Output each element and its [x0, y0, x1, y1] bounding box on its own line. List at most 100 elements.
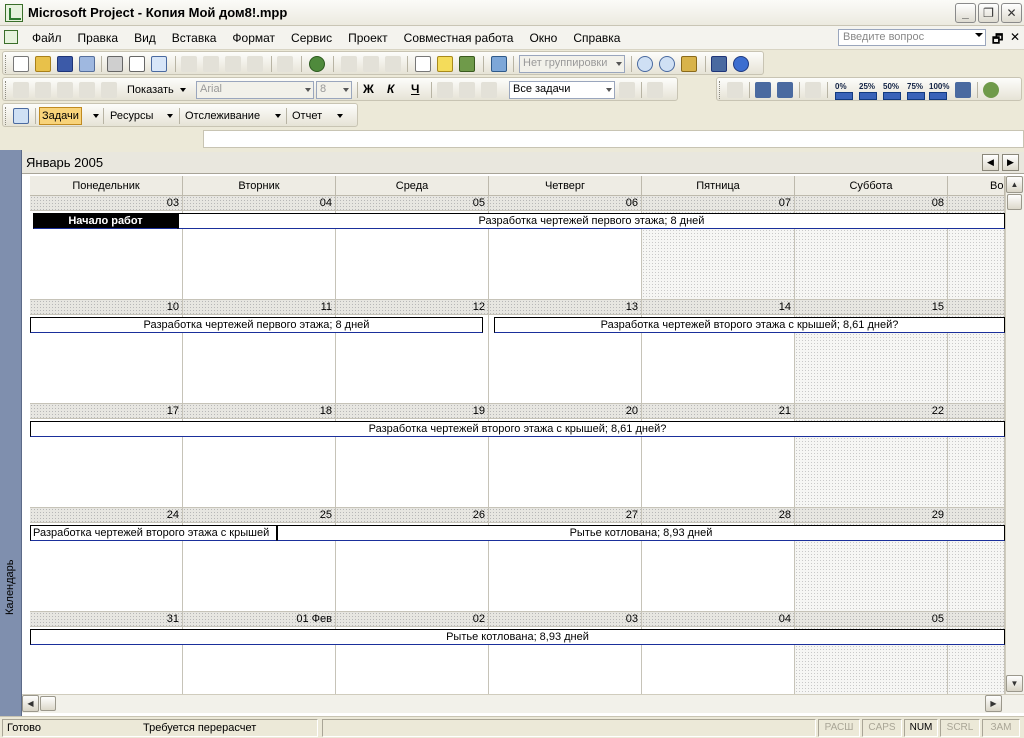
chevron-down-icon[interactable]	[275, 114, 281, 118]
horizontal-scroll-thumb[interactable]	[40, 696, 56, 711]
day-cell[interactable]: 03	[30, 196, 183, 300]
day-cell[interactable]: 17	[30, 404, 183, 508]
document-restore-icon[interactable]: 🗗	[992, 30, 1003, 51]
day-cell[interactable]	[948, 404, 1005, 508]
minus-icon[interactable]	[79, 82, 95, 98]
search-icon[interactable]	[79, 56, 95, 72]
view-bar[interactable]: Календарь	[0, 150, 22, 716]
project-app-icon[interactable]	[5, 4, 23, 22]
day-cell[interactable]: 20	[489, 404, 642, 508]
day-cell[interactable]: 27	[489, 508, 642, 612]
day-cell[interactable]: 08	[795, 196, 948, 300]
hyperlink-globe-icon[interactable]	[309, 56, 325, 72]
restore-button[interactable]: ❐	[978, 3, 999, 23]
chevron-down-icon[interactable]	[167, 114, 173, 118]
day-cell[interactable]	[948, 300, 1005, 404]
entry-field[interactable]	[203, 130, 1024, 148]
day-cell[interactable]: 13	[489, 300, 642, 404]
day-cell[interactable]	[948, 612, 1005, 694]
menu-format[interactable]: Формат	[224, 31, 283, 45]
guide-tracking-button[interactable]: Отслеживание	[185, 110, 260, 122]
day-cell[interactable]	[948, 508, 1005, 612]
vertical-scrollbar[interactable]: ▲ ▼	[1005, 176, 1024, 694]
chevron-down-icon[interactable]	[93, 114, 99, 118]
format-painter-icon[interactable]	[247, 56, 263, 72]
progress-100-button[interactable]: 100%	[929, 82, 949, 100]
task-bar[interactable]: Рытье котлована; 8,93 дней	[30, 629, 1005, 645]
task-bar[interactable]: Разработка чертежей второго этажа с крыш…	[30, 421, 1005, 437]
day-cell[interactable]: 22	[795, 404, 948, 508]
print-preview-icon[interactable]	[129, 56, 145, 72]
scroll-left-icon[interactable]: ◀	[22, 695, 39, 712]
autofilter-icon[interactable]	[619, 82, 635, 98]
progress-25-button[interactable]: 25%	[859, 82, 877, 100]
italic-button[interactable]: К	[387, 82, 394, 96]
day-cell[interactable]: 14	[642, 300, 795, 404]
chevron-down-icon[interactable]	[337, 114, 343, 118]
task-bar[interactable]: Разработка чертежей второго этажа с крыш…	[30, 525, 277, 541]
new-file-icon[interactable]	[13, 56, 29, 72]
progress-75-button[interactable]: 75%	[907, 82, 925, 100]
day-cell[interactable]: 06	[489, 196, 642, 300]
show-outline-icon[interactable]	[101, 82, 117, 98]
zoom-in-icon[interactable]	[637, 56, 653, 72]
zoom-out-icon[interactable]	[659, 56, 675, 72]
day-cell[interactable]	[948, 196, 1005, 300]
ask-question-input[interactable]: Введите вопрос	[838, 29, 986, 46]
menu-file[interactable]: Файл	[24, 31, 70, 45]
font-size-select[interactable]: 8	[316, 81, 352, 99]
copy-icon[interactable]	[203, 56, 219, 72]
scroll-right-icon[interactable]: ▶	[985, 695, 1002, 712]
project-statistics-icon[interactable]	[727, 82, 743, 98]
minimize-button[interactable]: _	[955, 3, 976, 23]
menu-edit[interactable]: Правка	[70, 31, 127, 45]
day-cell[interactable]: 24	[30, 508, 183, 612]
day-cell[interactable]: 18	[183, 404, 336, 508]
day-cell[interactable]: 04	[183, 196, 336, 300]
filter-select[interactable]: Все задачи	[509, 81, 615, 99]
day-cell[interactable]: 29	[795, 508, 948, 612]
assign-resources-icon[interactable]	[459, 56, 475, 72]
document-close-icon[interactable]: ✕	[1010, 30, 1020, 44]
scroll-up-icon[interactable]: ▲	[1006, 176, 1023, 193]
vertical-scroll-thumb[interactable]	[1007, 194, 1022, 210]
bold-button[interactable]: Ж	[363, 82, 374, 96]
paste-icon[interactable]	[225, 56, 241, 72]
font-select[interactable]: Arial	[196, 81, 314, 99]
day-cell[interactable]: 19	[336, 404, 489, 508]
cut-icon[interactable]	[181, 56, 197, 72]
day-cell[interactable]: 25	[183, 508, 336, 612]
align-left-icon[interactable]	[437, 82, 453, 98]
progress-50-button[interactable]: 50%	[883, 82, 901, 100]
align-right-icon[interactable]	[481, 82, 497, 98]
link-tasks-icon[interactable]	[341, 56, 357, 72]
menu-window[interactable]: Окно	[521, 31, 565, 45]
previous-month-button[interactable]: ◀	[982, 154, 999, 171]
undo-icon[interactable]	[277, 56, 293, 72]
menu-view[interactable]: Вид	[126, 31, 164, 45]
arrow-right-icon[interactable]	[35, 82, 51, 98]
save-icon[interactable]	[57, 56, 73, 72]
align-center-icon[interactable]	[459, 82, 475, 98]
close-button[interactable]: ✕	[1001, 3, 1022, 23]
scroll-down-icon[interactable]: ▼	[1006, 675, 1023, 692]
day-cell[interactable]: 15	[795, 300, 948, 404]
unlink-tasks-icon[interactable]	[363, 56, 379, 72]
progress-0-button[interactable]: 0%	[835, 82, 853, 100]
day-cell[interactable]: 21	[642, 404, 795, 508]
copy-wizard-icon[interactable]	[711, 56, 727, 72]
print-icon[interactable]	[107, 56, 123, 72]
menu-tools[interactable]: Сервис	[283, 31, 340, 45]
copy-picture-icon[interactable]	[491, 56, 507, 72]
guide-report-button[interactable]: Отчет	[292, 110, 322, 122]
split-task-icon[interactable]	[385, 56, 401, 72]
task-bar[interactable]: Разработка чертежей второго этажа с крыш…	[494, 317, 1005, 333]
update-as-scheduled-icon[interactable]	[755, 82, 771, 98]
guide-resources-button[interactable]: Ресурсы	[110, 110, 153, 122]
project-guide-icon[interactable]	[13, 108, 29, 124]
day-cell[interactable]: 04	[642, 612, 795, 694]
day-cell[interactable]: 12	[336, 300, 489, 404]
underline-button[interactable]: Ч	[411, 82, 419, 96]
day-cell[interactable]: 02	[336, 612, 489, 694]
menu-help[interactable]: Справка	[565, 31, 628, 45]
